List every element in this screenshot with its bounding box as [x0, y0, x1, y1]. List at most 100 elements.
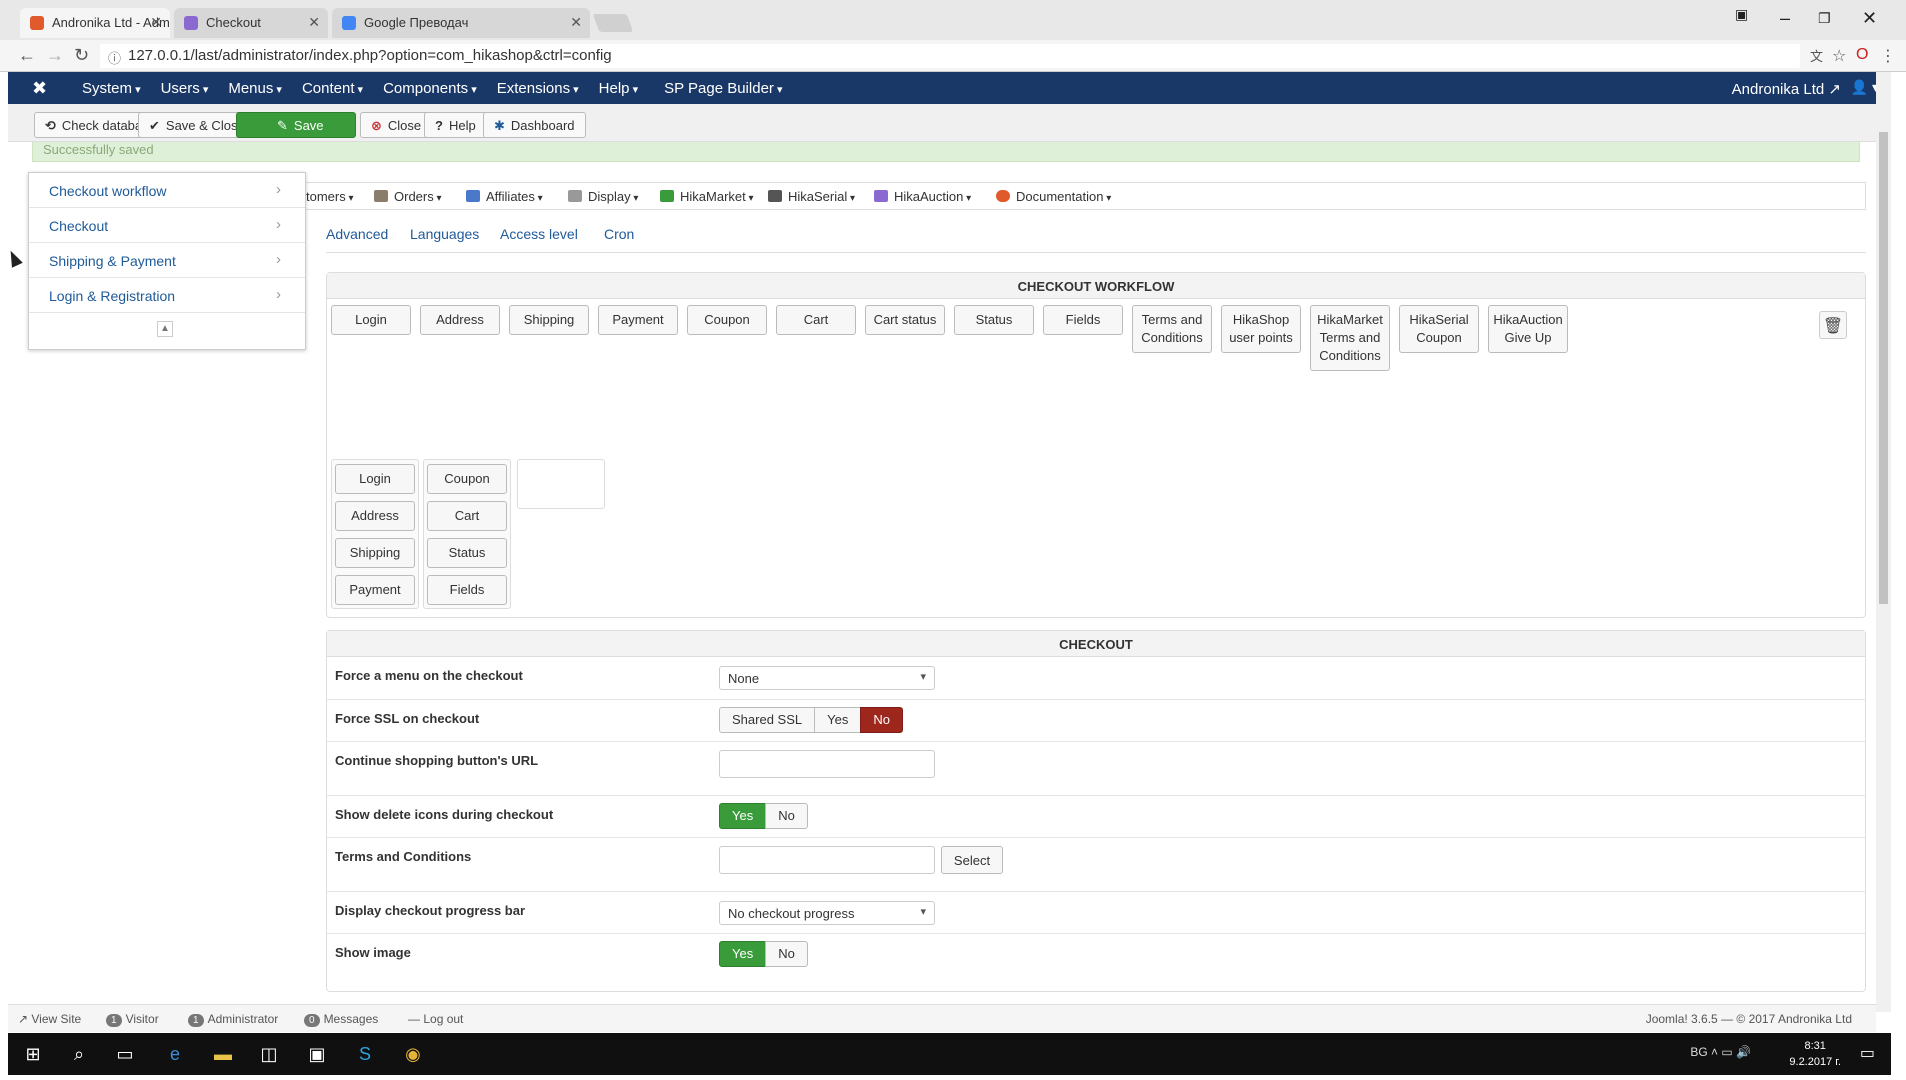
close-tab-icon[interactable]: ✕: [308, 14, 320, 31]
profile-icon[interactable]: ▣: [1735, 6, 1748, 23]
view-site-link[interactable]: ↗ View Site: [18, 1012, 81, 1026]
clock[interactable]: 8:31 9.2.2017 г.: [1789, 1038, 1841, 1070]
workflow-new-step-dropzone[interactable]: [517, 459, 605, 509]
browser-tab-checkout[interactable]: Checkout ✕: [174, 8, 328, 38]
show-image-yes[interactable]: Yes: [719, 941, 767, 967]
tab-languages[interactable]: Languages: [410, 226, 479, 242]
page-scrollbar[interactable]: [1876, 72, 1891, 1012]
submenu-display[interactable]: Display: [568, 189, 638, 204]
trash-icon[interactable]: 🗑: [1819, 311, 1847, 339]
menu-sp-page-builder[interactable]: SP Page Builder: [654, 80, 792, 97]
sidebar-item-checkout-workflow[interactable]: Checkout workflow ›: [29, 173, 305, 208]
collapse-up-icon[interactable]: ▲: [157, 321, 173, 337]
step1-block-address[interactable]: Address: [335, 501, 415, 531]
sidebar-item-login-registration[interactable]: Login & Registration ›: [29, 278, 305, 313]
site-name-link[interactable]: Andronika Ltd ↗: [1732, 80, 1841, 98]
terms-select-button[interactable]: Select: [941, 846, 1003, 874]
minimize-icon[interactable]: –: [1780, 8, 1790, 29]
terms-input[interactable]: [719, 846, 935, 874]
edge-icon[interactable]: e: [164, 1043, 186, 1065]
workflow-block-shipping[interactable]: Shipping: [509, 305, 589, 335]
delete-icons-yes[interactable]: Yes: [719, 803, 767, 829]
delete-icons-no[interactable]: No: [765, 803, 808, 829]
submenu-hikaserial[interactable]: HikaSerial: [768, 189, 855, 204]
step2-block-cart[interactable]: Cart: [427, 501, 507, 531]
close-tab-icon[interactable]: ✕: [570, 14, 582, 31]
app-icon[interactable]: ◫: [258, 1043, 280, 1065]
scrollbar-thumb[interactable]: [1879, 132, 1888, 604]
tab-cron[interactable]: Cron: [604, 226, 634, 242]
menu-help[interactable]: Help: [589, 80, 648, 97]
tab-advanced[interactable]: Advanced: [326, 226, 388, 242]
chrome-icon[interactable]: ◉: [402, 1043, 424, 1065]
show-image-no[interactable]: No: [765, 941, 808, 967]
notification-icon[interactable]: ▭: [1860, 1043, 1875, 1063]
star-icon[interactable]: ☆: [1832, 46, 1846, 66]
tab-access-level[interactable]: Access level: [500, 226, 578, 242]
menu-system[interactable]: System: [72, 80, 151, 97]
new-tab-button[interactable]: [592, 14, 634, 32]
browser-tab-admin[interactable]: Andronika Ltd - Administ ✕: [20, 8, 170, 38]
joomla-logo-icon[interactable]: ✖: [32, 78, 47, 99]
url-input[interactable]: ⓘ 127.0.0.1/last/administrator/index.php…: [100, 44, 1800, 68]
continue-url-input[interactable]: [719, 750, 935, 778]
help-button[interactable]: ? Help: [424, 112, 487, 138]
close-button[interactable]: ⊗ Close: [360, 112, 433, 138]
step1-block-shipping[interactable]: Shipping: [335, 538, 415, 568]
close-window-icon[interactable]: ✕: [1862, 8, 1877, 29]
store-icon[interactable]: ▣: [306, 1043, 328, 1065]
progress-bar-select[interactable]: No checkout progress: [719, 901, 935, 925]
workflow-block-hikamarket-terms[interactable]: HikaMarket Terms and Conditions: [1310, 305, 1390, 371]
submenu-orders[interactable]: Orders: [374, 189, 442, 204]
forward-icon[interactable]: →: [46, 45, 64, 66]
logout-link[interactable]: — Log out: [408, 1012, 463, 1026]
menu-content[interactable]: Content: [292, 80, 373, 97]
workflow-block-login[interactable]: Login: [331, 305, 411, 335]
step1-block-payment[interactable]: Payment: [335, 575, 415, 605]
menu-components[interactable]: Components: [373, 80, 487, 97]
reload-icon[interactable]: ↻: [74, 45, 89, 66]
menu-menus[interactable]: Menus: [218, 80, 292, 97]
step2-block-coupon[interactable]: Coupon: [427, 464, 507, 494]
submenu-hikaauction[interactable]: HikaAuction: [874, 189, 971, 204]
ssl-option-yes[interactable]: Yes: [814, 707, 862, 733]
file-explorer-icon[interactable]: ▬: [212, 1043, 234, 1065]
step2-block-status[interactable]: Status: [427, 538, 507, 568]
back-icon[interactable]: ←: [18, 45, 36, 66]
messages-link[interactable]: 0 Messages: [304, 1012, 378, 1027]
ssl-option-no[interactable]: No: [860, 707, 903, 733]
workflow-block-hikaauction-giveup[interactable]: HikaAuction Give Up: [1488, 305, 1568, 353]
skype-icon[interactable]: S: [354, 1043, 376, 1065]
submenu-hikamarket[interactable]: HikaMarket: [660, 189, 754, 204]
workflow-block-hikaserial-coupon[interactable]: HikaSerial Coupon: [1399, 305, 1479, 353]
restore-icon[interactable]: ❐: [1818, 10, 1831, 27]
step2-block-fields[interactable]: Fields: [427, 575, 507, 605]
menu-dots-icon[interactable]: ⋮: [1880, 46, 1896, 66]
search-icon[interactable]: ⌕: [68, 1043, 90, 1065]
ssl-option-shared[interactable]: Shared SSL: [719, 707, 816, 733]
opera-icon[interactable]: O: [1856, 46, 1868, 64]
task-view-icon[interactable]: ▭: [114, 1043, 136, 1065]
workflow-block-cart-status[interactable]: Cart status: [865, 305, 945, 335]
workflow-block-coupon[interactable]: Coupon: [687, 305, 767, 335]
submenu-affiliates[interactable]: Affiliates: [466, 189, 543, 204]
menu-extensions[interactable]: Extensions: [487, 80, 589, 97]
sidebar-item-checkout[interactable]: Checkout ›: [29, 208, 305, 243]
windows-start-icon[interactable]: ⊞: [22, 1043, 44, 1065]
workflow-block-user-points[interactable]: HikaShop user points: [1221, 305, 1301, 353]
close-tab-icon[interactable]: ✕: [150, 14, 162, 31]
save-button[interactable]: ✎ Save: [236, 112, 356, 138]
workflow-block-address[interactable]: Address: [420, 305, 500, 335]
workflow-block-status[interactable]: Status: [954, 305, 1034, 335]
submenu-customers[interactable]: tomers: [306, 189, 354, 204]
workflow-block-fields[interactable]: Fields: [1043, 305, 1123, 335]
force-menu-select[interactable]: None: [719, 666, 935, 690]
sidebar-item-shipping-payment[interactable]: Shipping & Payment ›: [29, 243, 305, 278]
user-menu-icon[interactable]: 👤 ▾: [1851, 79, 1879, 96]
workflow-block-payment[interactable]: Payment: [598, 305, 678, 335]
dashboard-button[interactable]: ✱ Dashboard: [483, 112, 586, 138]
menu-users[interactable]: Users: [151, 80, 219, 97]
workflow-block-terms[interactable]: Terms and Conditions: [1132, 305, 1212, 353]
browser-tab-translate[interactable]: Google Преводач ✕: [332, 8, 590, 38]
step1-block-login[interactable]: Login: [335, 464, 415, 494]
